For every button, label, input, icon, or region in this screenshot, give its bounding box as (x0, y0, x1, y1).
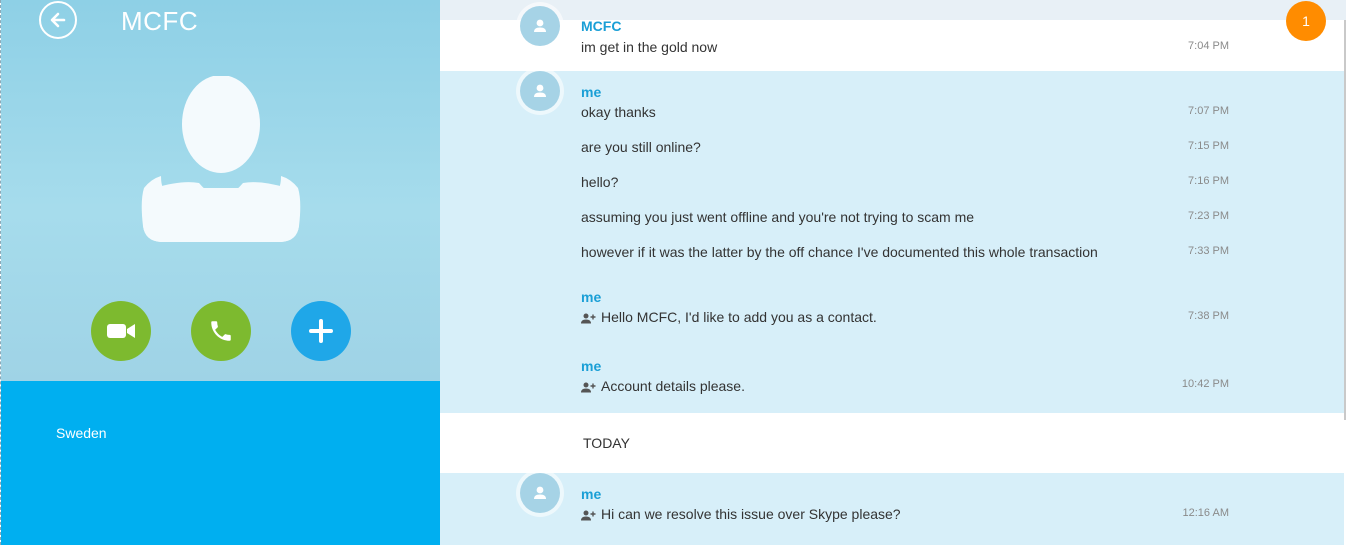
message-time: 7:23 PM (1188, 210, 1229, 222)
message-text: Hello MCFC, I'd like to add you as a con… (601, 309, 877, 325)
add-participant-button[interactable] (291, 301, 351, 361)
message-text: okay thanks (581, 104, 656, 120)
profile-avatar-icon (141, 76, 301, 242)
back-arrow-icon (50, 12, 66, 28)
contact-profile-pane: MCFC Sweden (0, 0, 441, 545)
voice-call-button[interactable] (191, 301, 251, 361)
notification-badge[interactable]: 1 (1286, 1, 1326, 41)
sender-name: me (581, 486, 602, 502)
sender-avatar[interactable] (520, 473, 560, 513)
message-time: 7:15 PM (1188, 140, 1229, 152)
message-time: 7:38 PM (1188, 310, 1229, 322)
video-call-button[interactable] (91, 301, 151, 361)
conversation-pane: MCFC im get in the gold now 7:04 PM me o… (440, 0, 1346, 545)
message-text: assuming you just went offline and you'r… (581, 209, 975, 225)
message-time: 7:07 PM (1188, 105, 1229, 117)
add-contact-icon (581, 313, 596, 324)
message-text: however if it was the latter by the off … (581, 244, 1098, 260)
back-button[interactable] (39, 1, 77, 39)
sender-name: MCFC (581, 18, 622, 34)
message-time: 7:16 PM (1188, 175, 1229, 187)
message-time: 10:42 PM (1181, 378, 1229, 390)
message-text: im get in the gold now (581, 39, 718, 55)
add-contact-icon (581, 510, 596, 521)
sender-name: me (581, 289, 602, 305)
plus-icon (309, 319, 333, 343)
message-text: Account details please. (601, 378, 745, 394)
sender-avatar[interactable] (520, 6, 560, 46)
message-text: hello? (581, 174, 619, 190)
contact-info-panel: Sweden (1, 381, 441, 545)
sender-name: me (581, 358, 602, 374)
message-time: 7:33 PM (1188, 245, 1229, 257)
contact-request-message: Hi can we resolve this issue over Skype … (581, 506, 901, 522)
message-time: 12:16 AM (1182, 507, 1229, 519)
video-camera-icon (107, 324, 135, 338)
message-text: are you still online? (581, 139, 701, 155)
contact-request-message: Hello MCFC, I'd like to add you as a con… (581, 309, 877, 325)
profile-header: MCFC (1, 0, 441, 381)
my-messages-band (440, 71, 1344, 413)
phone-icon (211, 321, 231, 341)
day-divider: TODAY (583, 435, 630, 451)
add-contact-icon (581, 382, 596, 393)
sender-name: me (581, 84, 602, 100)
person-icon (534, 84, 546, 97)
sender-avatar[interactable] (520, 71, 560, 111)
person-icon (534, 486, 546, 499)
message-time: 7:04 PM (1188, 40, 1229, 52)
contact-request-message: Account details please. (581, 378, 745, 394)
message-text: Hi can we resolve this issue over Skype … (601, 506, 901, 522)
contact-name: MCFC (121, 6, 199, 36)
contact-location: Sweden (56, 425, 107, 441)
person-icon (534, 19, 546, 32)
conversation-top-strip (440, 0, 1346, 20)
